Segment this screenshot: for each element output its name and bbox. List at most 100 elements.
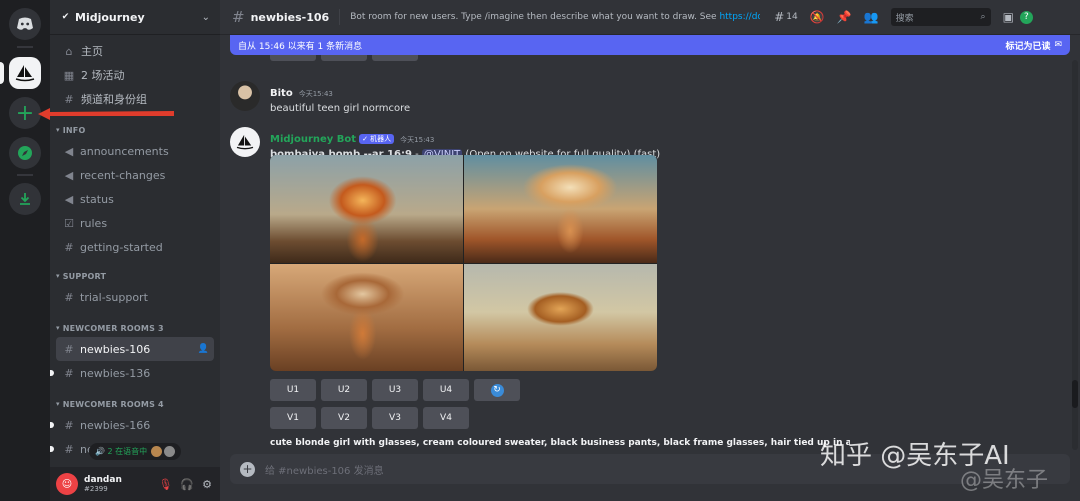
sailboat-icon <box>15 65 35 82</box>
variation-button-v4[interactable]: V4 <box>423 407 469 429</box>
category-info[interactable]: ▾ INFO <box>50 121 220 139</box>
avatar[interactable] <box>230 81 260 111</box>
category-label: INFO <box>62 125 86 135</box>
channel-topic[interactable]: Bot room for new users. Type /imagine th… <box>350 12 760 22</box>
mark-as-read-button[interactable]: 标记为已读 <box>1005 39 1050 52</box>
gear-icon[interactable]: ⚙ <box>202 478 212 491</box>
message-author[interactable]: Bito <box>270 88 293 99</box>
generated-image-1 <box>270 155 463 263</box>
inbox-button[interactable]: ▣ <box>1003 10 1014 24</box>
hash-thread-icon: # <box>64 342 74 356</box>
hash-thread-icon: # <box>64 418 74 432</box>
help-icon[interactable]: ? <box>1019 10 1033 24</box>
channel-label: trial-support <box>80 290 148 304</box>
composer-placeholder: 给 #newbies-106 发消息 <box>265 465 384 477</box>
channel-header: # newbies-106 Bot room for new users. Ty… <box>220 0 1080 35</box>
hash-thread-icon: # <box>64 442 74 456</box>
channel-label: newbies-106 <box>80 342 151 356</box>
generated-image-grid[interactable] <box>270 155 657 371</box>
category-newcomer-rooms-4[interactable]: ▾ NEWCOMER ROOMS 4 <box>50 395 220 413</box>
invite-user-icon[interactable]: 👤 <box>198 344 209 354</box>
category-support[interactable]: ▾ SUPPORT <box>50 267 220 285</box>
channel-label: newbies-166 <box>80 418 151 432</box>
channel-recent-changes[interactable]: ◀ recent-changes <box>56 163 214 187</box>
selected-server-pill <box>0 62 4 84</box>
channel-rules[interactable]: ☑ rules <box>56 211 214 235</box>
upscale-button-u3[interactable]: U3 <box>372 379 418 401</box>
chevron-down-icon: ▾ <box>56 126 60 134</box>
channel-label: status <box>80 192 114 206</box>
unread-indicator <box>50 422 54 428</box>
threads-icon: # <box>774 10 785 24</box>
unread-indicator <box>50 446 54 452</box>
pinned-messages-button[interactable]: 📌 <box>837 10 852 24</box>
header-divider <box>339 9 341 25</box>
refresh-icon: ↻ <box>490 383 504 397</box>
headphones-icon[interactable]: 🎧 <box>180 478 194 491</box>
variation-button-v3[interactable]: V3 <box>372 407 418 429</box>
hash-icon: # <box>64 240 74 254</box>
variation-button-v1[interactable]: V1 <box>270 407 316 429</box>
sidebar-item-events[interactable]: ▦ 2 场活动 <box>50 63 220 87</box>
hash-icon: # <box>64 290 74 304</box>
voice-activity-pill[interactable]: 🔊 2 在语音中 <box>89 443 182 460</box>
search-icon: ⌕ <box>980 12 986 22</box>
speaker-icon: 🔊 <box>95 447 105 456</box>
variation-button-v2[interactable]: V2 <box>321 407 367 429</box>
next-message-prompt: cute blonde girl with glasses, cream col… <box>270 438 850 448</box>
avatar[interactable] <box>230 127 260 157</box>
channel-newbies-106[interactable]: # newbies-106 👤 <box>56 337 214 361</box>
explore-servers-button[interactable] <box>9 137 41 169</box>
notification-settings-button[interactable]: 🔕 <box>810 10 825 24</box>
upscale-button-u2[interactable]: U2 <box>321 379 367 401</box>
topic-link[interactable]: https://docs.midjourney.com/ <box>719 12 760 22</box>
microphone-muted-icon[interactable]: 🎙 <box>158 478 172 491</box>
guild-name: Midjourney <box>75 10 145 24</box>
pin-icon: 📌 <box>836 10 852 24</box>
discord-logo-icon: ☺ <box>61 478 73 490</box>
avatar <box>151 446 163 457</box>
voice-pill-label: 2 在语音中 <box>107 447 148 456</box>
hash-thread-icon: # <box>64 366 74 380</box>
category-newcomer-rooms-3[interactable]: ▾ NEWCOMER ROOMS 3 <box>50 319 220 337</box>
channel-newbies-136[interactable]: # newbies-136 <box>50 361 214 385</box>
rules-check-icon: ☑ <box>64 216 74 230</box>
upscale-button-u1[interactable]: U1 <box>270 379 316 401</box>
category-label: SUPPORT <box>62 271 107 281</box>
unread-indicator <box>50 370 54 376</box>
discord-home-button[interactable] <box>9 8 41 40</box>
sidebar-item-home[interactable]: ⌂ 主页 <box>50 39 220 63</box>
discord-logo-icon <box>17 17 33 30</box>
message-author[interactable]: Midjourney Bot <box>270 134 356 145</box>
chat-scrollbar[interactable] <box>1072 60 1078 450</box>
channel-status[interactable]: ◀ status <box>56 187 214 211</box>
new-messages-bar[interactable]: 自从 15:46 以来有 1 条新消息 标记为已读 ✉ <box>230 35 1070 55</box>
chevron-down-icon: ▾ <box>56 400 60 408</box>
username: dandan <box>84 475 122 485</box>
scrollbar-thumb[interactable] <box>1072 380 1078 408</box>
threads-button[interactable]: #14 <box>774 10 798 24</box>
upscale-button-u4[interactable]: U4 <box>423 379 469 401</box>
chevron-down-icon: ▾ <box>56 272 60 280</box>
reroll-button[interactable]: ↻ <box>474 379 520 401</box>
new-messages-text: 自从 15:46 以来有 1 条新消息 <box>238 41 363 52</box>
mark-read-icon: ✉ <box>1054 40 1062 50</box>
channel-getting-started[interactable]: # getting-started <box>56 235 214 259</box>
message-text: beautiful teen girl normcore <box>270 103 411 114</box>
message-timestamp: 今天15:43 <box>298 90 333 98</box>
verified-check-icon: ✔ <box>61 12 70 22</box>
attach-plus-icon[interactable]: + <box>240 461 255 477</box>
download-apps-button[interactable] <box>9 183 41 215</box>
channel-trial-support[interactable]: # trial-support <box>56 285 214 309</box>
generated-image-2 <box>464 155 657 263</box>
channel-label: recent-changes <box>80 168 166 182</box>
guild-header[interactable]: ✔ Midjourney ⌄ <box>50 0 220 35</box>
member-list-button[interactable]: 👥 <box>864 10 879 24</box>
midjourney-server-button[interactable] <box>9 57 41 89</box>
search-input[interactable]: 搜索 ⌕ <box>890 8 991 26</box>
avatar[interactable]: ☺ <box>56 473 78 495</box>
channel-newbies-166[interactable]: # newbies-166 <box>50 413 214 437</box>
channel-sidebar: ✔ Midjourney ⌄ ⌂ 主页 ▦ 2 场活动 # 频道和身份组 ▾ IN… <box>50 0 220 501</box>
channel-announcements[interactable]: ◀ announcements <box>56 139 214 163</box>
user-tag: #2399 <box>84 485 108 493</box>
